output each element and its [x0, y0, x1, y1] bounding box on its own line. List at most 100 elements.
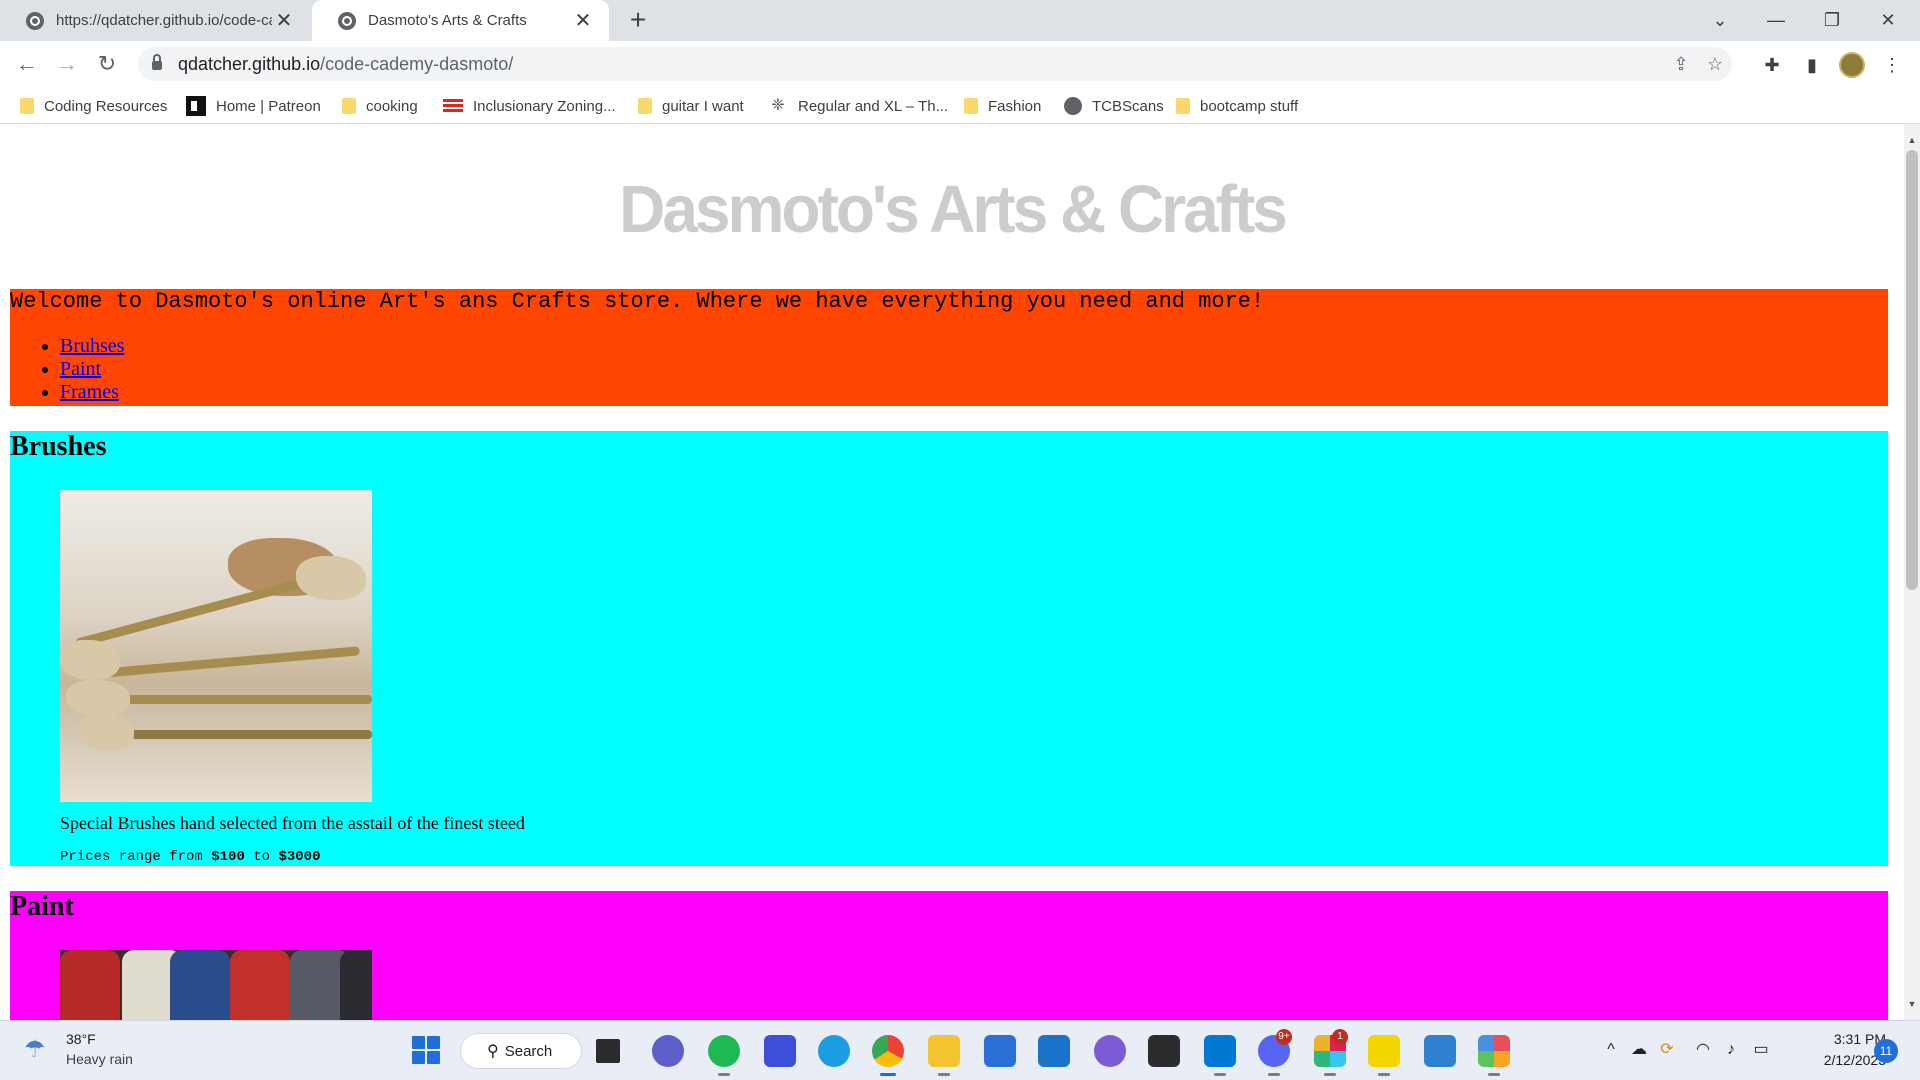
paint-image	[60, 950, 372, 1020]
lock-icon[interactable]	[152, 54, 162, 70]
clock-time[interactable]: 3:31 PM	[1804, 1031, 1886, 1047]
folder-icon	[638, 98, 652, 114]
tab-strip: https://qdatcher.github.io/code-cadem ✕ …	[0, 0, 1920, 41]
spotify-icon[interactable]	[708, 1035, 740, 1076]
nav-link-brushes[interactable]: Bruhses	[60, 335, 124, 357]
copilot-icon[interactable]	[1094, 1035, 1126, 1067]
profile-avatar[interactable]	[1839, 52, 1865, 78]
browser-toolbar: ← → ↻ qdatcher.github.io/code-cademy-das…	[0, 41, 1920, 88]
bookmark-bootcamp[interactable]: bootcamp stuff	[1176, 94, 1298, 118]
nav-link-frames[interactable]: Frames	[60, 381, 119, 403]
taskbar: ☂ 38°F Heavy rain ⚲ Search 9+ 1 ^ ☁ ⟳ ◠ …	[0, 1020, 1920, 1080]
close-icon[interactable]: ✕	[571, 9, 595, 33]
window-close-button[interactable]: ✕	[1860, 0, 1916, 41]
globe-icon	[338, 11, 356, 30]
page-scrollbar[interactable]: ▲ ▼	[1904, 124, 1920, 1020]
folder-icon	[342, 98, 356, 114]
bookmark-coding-resources[interactable]: Coding Resources	[20, 94, 167, 118]
tab-github-pages[interactable]: https://qdatcher.github.io/code-cadem ✕	[0, 0, 310, 41]
scroll-down-arrow-icon[interactable]: ▼	[1904, 996, 1920, 1012]
bookmark-patreon[interactable]: Home | Patreon	[186, 94, 321, 118]
photos-icon[interactable]	[1424, 1035, 1456, 1067]
clock-date[interactable]: 2/12/2023	[1794, 1052, 1886, 1068]
discord-icon[interactable]: 9+	[1258, 1029, 1292, 1076]
price-low: $100	[211, 849, 245, 865]
volume-icon[interactable]: ♪	[1720, 1039, 1742, 1061]
wifi-icon[interactable]: ◠	[1692, 1039, 1714, 1061]
notification-count[interactable]: 11	[1874, 1039, 1898, 1063]
bookmarks-bar: Coding Resources Home | Patreon cooking …	[0, 88, 1920, 124]
scroll-thumb[interactable]	[1906, 150, 1918, 590]
tab-dasmoto[interactable]: Dasmoto's Arts & Crafts ✕	[312, 0, 609, 41]
rain-cloud-icon[interactable]: ☂	[24, 1035, 52, 1063]
search-label: Search	[504, 1042, 553, 1060]
new-tab-button[interactable]: +	[624, 6, 652, 34]
todo-icon[interactable]	[1368, 1035, 1400, 1076]
nav-link-paint[interactable]: Paint	[60, 358, 101, 380]
edge-icon[interactable]	[818, 1035, 850, 1067]
bookmark-cooking[interactable]: cooking	[342, 94, 418, 118]
tab-title: https://qdatcher.github.io/code-cadem	[56, 12, 272, 29]
show-hidden-icons-chevron-icon[interactable]: ^	[1600, 1039, 1622, 1061]
file-explorer-icon[interactable]	[928, 1035, 960, 1076]
bookmark-label: Home | Patreon	[216, 97, 321, 115]
bookmark-label: bootcamp stuff	[1200, 97, 1299, 115]
address-bar[interactable]: qdatcher.github.io/code-cademy-dasmoto/ …	[138, 47, 1732, 81]
brushes-price-range: Prices range from $100 to $3000	[60, 849, 320, 865]
bookmark-regular-xl[interactable]: ❈ Regular and XL – Th...	[768, 94, 948, 118]
discord-badge: 9+	[1276, 1029, 1292, 1045]
bookmark-fashion[interactable]: Fashion	[964, 94, 1041, 118]
extensions-icon[interactable]: ✚	[1760, 53, 1784, 77]
terminal-icon[interactable]	[1148, 1035, 1180, 1067]
restore-button[interactable]: ❐	[1804, 0, 1860, 41]
taskbar-search[interactable]: ⚲ Search	[460, 1033, 582, 1069]
onedrive-icon[interactable]: ☁	[1628, 1039, 1650, 1061]
vscode-icon[interactable]	[1204, 1035, 1236, 1076]
flag-icon	[443, 99, 463, 113]
minimize-button[interactable]: —	[1748, 0, 1804, 41]
side-panel-icon[interactable]: ▮	[1800, 53, 1824, 77]
sync-icon[interactable]: ⟳	[1656, 1039, 1678, 1061]
teams-chat-icon[interactable]	[652, 1035, 684, 1067]
patreon-icon	[186, 96, 206, 116]
bookmark-star-icon[interactable]: ☆	[1704, 53, 1726, 75]
menu-icon[interactable]: ⋮	[1880, 53, 1904, 77]
section-heading: Brushes	[10, 431, 107, 462]
bookmark-label: guitar I want	[662, 97, 744, 115]
price-mid: to	[253, 849, 271, 865]
address-url[interactable]: qdatcher.github.io/code-cademy-dasmoto/	[178, 54, 513, 75]
page-title: Dasmoto's Arts & Crafts	[619, 171, 1288, 247]
share-icon[interactable]: ⇪	[1670, 53, 1692, 75]
page-viewport: Dasmoto's Arts & Crafts Welcome to Dasmo…	[0, 124, 1904, 1020]
chrome-icon[interactable]	[872, 1035, 904, 1076]
bookmark-inclusionary-zoning[interactable]: Inclusionary Zoning...	[443, 94, 616, 118]
bookmark-label: Coding Resources	[44, 97, 168, 115]
scroll-up-arrow-icon[interactable]: ▲	[1904, 132, 1920, 148]
back-button[interactable]: ←	[11, 48, 43, 80]
weather-description[interactable]: Heavy rain	[66, 1051, 133, 1067]
globe-icon	[1064, 97, 1082, 115]
editor-app-icon[interactable]	[764, 1035, 796, 1067]
bookmark-guitar[interactable]: guitar I want	[638, 94, 744, 118]
battery-icon[interactable]: ▭	[1750, 1039, 1772, 1061]
bookmark-label: Inclusionary Zoning...	[473, 97, 616, 115]
tab-search-icon[interactable]: ⌄	[1692, 0, 1748, 41]
slack-icon[interactable]: 1	[1314, 1029, 1348, 1076]
search-icon: ⚲	[487, 1043, 499, 1060]
section-heading: Paint	[10, 891, 74, 922]
task-view-icon[interactable]	[596, 1039, 620, 1063]
nav-item: Frames	[60, 381, 124, 404]
close-icon[interactable]: ✕	[272, 9, 296, 33]
mail-icon[interactable]	[1038, 1035, 1070, 1067]
forward-button[interactable]: →	[51, 48, 83, 80]
reload-button[interactable]: ↻	[91, 48, 123, 80]
nav-item: Paint	[60, 358, 124, 381]
start-button[interactable]	[412, 1036, 440, 1064]
tab-title: Dasmoto's Arts & Crafts	[368, 12, 527, 29]
weather-temperature[interactable]: 38°F	[66, 1031, 96, 1047]
gitkraken-icon[interactable]	[1478, 1035, 1510, 1076]
paint-section: Paint	[10, 891, 1888, 1020]
bookmark-tcbscans[interactable]: TCBScans	[1064, 94, 1164, 118]
store-icon[interactable]	[984, 1035, 1016, 1067]
bookmark-label: TCBScans	[1092, 97, 1164, 115]
